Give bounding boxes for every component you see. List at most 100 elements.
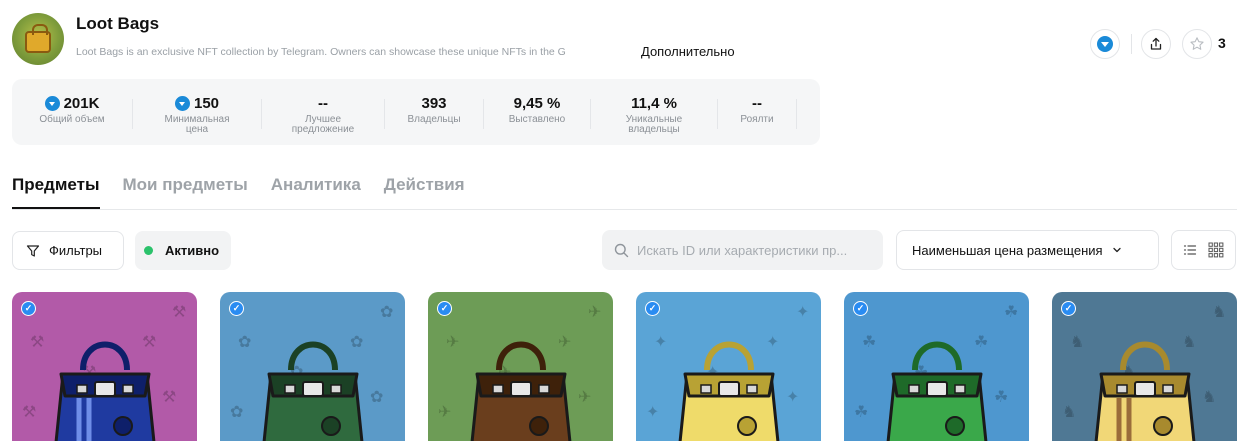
- favorite-button[interactable]: [1182, 29, 1212, 59]
- background-pattern: ✦: [786, 389, 800, 406]
- active-status-dot: [144, 246, 153, 255]
- verified-icon: ✓: [229, 301, 244, 316]
- collection-description: Loot Bags is an exclusive NFT collection…: [76, 46, 566, 58]
- search-input[interactable]: [637, 242, 877, 258]
- stat-value: 11,4 %: [631, 95, 677, 112]
- stat-label: Выставлено: [508, 114, 566, 125]
- more-link[interactable]: Дополнительно: [641, 44, 735, 59]
- filter-icon: [26, 244, 40, 257]
- stat-label: Владельцы: [407, 114, 461, 125]
- share-icon: [1150, 37, 1162, 50]
- stat-label: Роялти: [740, 114, 774, 125]
- background-pattern: ♞: [1062, 404, 1077, 421]
- collection-title: Loot Bags: [76, 14, 160, 33]
- ton-icon: [174, 96, 190, 111]
- tab-analytics[interactable]: Аналитика: [271, 175, 361, 209]
- background-pattern: ♞: [1070, 334, 1085, 351]
- chevron-down-icon: [1112, 247, 1121, 253]
- nft-card[interactable]: ✈✈✈✈✈✈✈✈✓: [428, 292, 613, 441]
- nft-card[interactable]: ♞♞♞♞♞♞♞♞✓: [1052, 292, 1237, 441]
- stat-value: 393: [421, 95, 447, 112]
- list-view-icon[interactable]: [1183, 243, 1197, 257]
- stat-value: 150: [193, 95, 220, 112]
- verified-icon: ✓: [1061, 301, 1076, 316]
- bag-image: [1094, 341, 1196, 441]
- grid-view-icon[interactable]: [1208, 242, 1224, 258]
- verified-icon: ✓: [645, 301, 660, 316]
- background-pattern: ♞: [1202, 389, 1217, 406]
- verified-icon: ✓: [21, 301, 36, 316]
- stat-best-offer: -- Лучшее предложение: [262, 95, 384, 135]
- ton-button[interactable]: [1090, 29, 1120, 59]
- background-pattern: ☘: [854, 404, 869, 421]
- stat-value: --: [318, 95, 328, 112]
- tab-my-items[interactable]: Мои предметы: [123, 175, 248, 209]
- stat-value: 201K: [63, 95, 100, 112]
- stat-value: --: [752, 95, 762, 112]
- stats-panel: 201K Общий объем 150 Минимальная цена --…: [12, 79, 820, 145]
- background-pattern: ♞: [1212, 304, 1227, 321]
- tabs-divider: [12, 209, 1237, 210]
- stat-value: 9,45 %: [513, 95, 561, 112]
- stat-floor-price: 150 Минимальная цена: [133, 95, 261, 135]
- stat-owners: 393 Владельцы: [385, 95, 483, 125]
- active-label: Активно: [165, 243, 220, 258]
- search-box[interactable]: [602, 230, 883, 270]
- background-pattern: ✈: [578, 389, 592, 406]
- sort-label: Наименьшая цена размещения: [912, 242, 1103, 258]
- sort-dropdown[interactable]: Наименьшая цена размещения: [896, 230, 1159, 270]
- search-icon: [614, 243, 629, 257]
- verified-icon: ✓: [853, 301, 868, 316]
- background-pattern: ⚒: [162, 389, 177, 406]
- bag-image: [678, 341, 780, 441]
- stat-unique-owners: 11,4 % Уникальные владельцы: [591, 95, 717, 135]
- background-pattern: ✈: [588, 304, 602, 321]
- stat-label: Лучшее предложение: [291, 114, 355, 135]
- active-filter-toggle[interactable]: Активно: [135, 231, 231, 270]
- background-pattern: ✦: [796, 304, 810, 321]
- background-pattern: ✈: [438, 404, 452, 421]
- tab-bar: Предметы Мои предметы Аналитика Действия: [12, 175, 488, 209]
- background-pattern: ✈: [446, 334, 460, 351]
- background-pattern: ✦: [646, 404, 660, 421]
- background-pattern: ⚒: [22, 404, 37, 421]
- tab-items[interactable]: Предметы: [12, 175, 100, 209]
- collection-avatar: [12, 13, 64, 65]
- favorite-count: 3: [1218, 35, 1226, 51]
- nft-card[interactable]: ✦✦✦✦✦✦✦✦✓: [636, 292, 821, 441]
- bag-image: [470, 341, 572, 441]
- background-pattern: ✿: [230, 404, 244, 421]
- background-pattern: ⚒: [30, 334, 45, 351]
- background-pattern: ☘: [1004, 304, 1019, 321]
- stat-label: Общий объем: [39, 114, 105, 125]
- header-divider: [1131, 34, 1132, 54]
- nft-card[interactable]: ✿✿✿✿✿✿✿✿✓: [220, 292, 405, 441]
- tab-activity[interactable]: Действия: [384, 175, 465, 209]
- filters-button[interactable]: Фильтры: [12, 231, 124, 270]
- verified-icon: ✓: [437, 301, 452, 316]
- stat-listed: 9,45 % Выставлено: [484, 95, 590, 125]
- stat-royalty: -- Роялти: [718, 95, 796, 125]
- stat-label: Минимальная цена: [164, 114, 230, 135]
- filters-label: Фильтры: [49, 243, 103, 258]
- view-toggle: [1171, 230, 1236, 270]
- stat-label: Уникальные владельцы: [625, 114, 683, 135]
- bag-image: [262, 341, 364, 441]
- share-button[interactable]: [1141, 29, 1171, 59]
- ton-icon: [1097, 36, 1113, 52]
- background-pattern: ✿: [380, 304, 394, 321]
- loot-bag-icon: [25, 24, 51, 53]
- stat-total-volume: 201K Общий объем: [12, 95, 132, 125]
- background-pattern: ✿: [238, 334, 252, 351]
- star-icon: [1190, 37, 1204, 50]
- background-pattern: ☘: [862, 334, 877, 351]
- background-pattern: ✿: [370, 389, 384, 406]
- bag-image: [54, 341, 156, 441]
- nft-card[interactable]: ⚒⚒⚒⚒⚒⚒⚒⚒✓: [12, 292, 197, 441]
- background-pattern: ⚒: [172, 304, 187, 321]
- bag-image: [886, 341, 988, 441]
- background-pattern: ✦: [654, 334, 668, 351]
- background-pattern: ☘: [994, 389, 1009, 406]
- stat-divider: [796, 99, 797, 129]
- nft-card[interactable]: ☘☘☘☘☘☘☘☘✓: [844, 292, 1029, 441]
